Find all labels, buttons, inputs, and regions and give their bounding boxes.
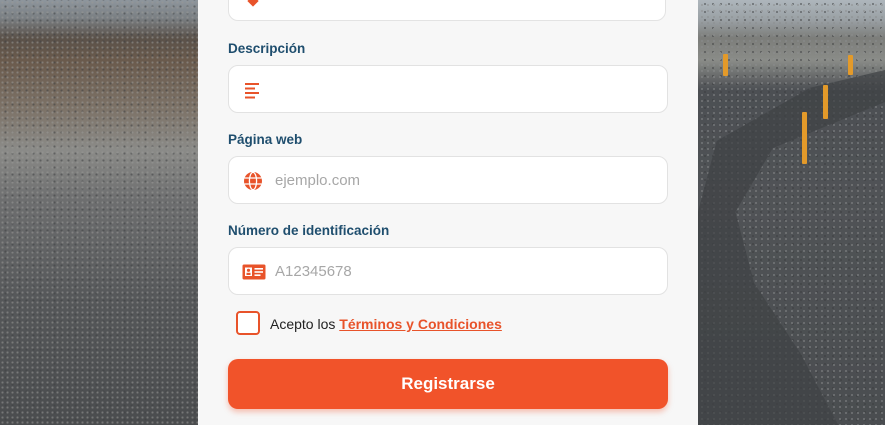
id-number-label: Número de identificación bbox=[228, 223, 390, 238]
road-post bbox=[723, 54, 728, 76]
road-post bbox=[802, 112, 807, 164]
background-left-gravel bbox=[0, 0, 198, 425]
website-placeholder: ejemplo.com bbox=[275, 172, 361, 189]
id-number-input[interactable]: A12345678 bbox=[228, 247, 668, 295]
id-number-placeholder: A12345678 bbox=[275, 263, 352, 280]
location-pin-icon bbox=[247, 0, 259, 7]
road-post bbox=[823, 85, 828, 119]
website-label: Página web bbox=[228, 132, 303, 147]
register-button[interactable]: Registrarse bbox=[228, 359, 668, 409]
terms-checkbox[interactable] bbox=[236, 311, 260, 335]
terms-prefix: Acepto los bbox=[270, 316, 340, 332]
id-card-icon bbox=[242, 264, 266, 280]
terms-link[interactable]: Términos y Condiciones bbox=[339, 316, 502, 332]
terms-text: Acepto los Términos y Condiciones bbox=[270, 316, 502, 332]
description-input[interactable] bbox=[228, 65, 668, 113]
registration-card: Descripción Página web ejemplo.com Númer… bbox=[198, 0, 698, 425]
road-post bbox=[848, 55, 853, 75]
location-field[interactable] bbox=[228, 0, 666, 21]
text-align-icon bbox=[245, 83, 259, 99]
globe-icon bbox=[244, 171, 262, 191]
website-input[interactable]: ejemplo.com bbox=[228, 156, 668, 204]
description-label: Descripción bbox=[228, 41, 306, 56]
